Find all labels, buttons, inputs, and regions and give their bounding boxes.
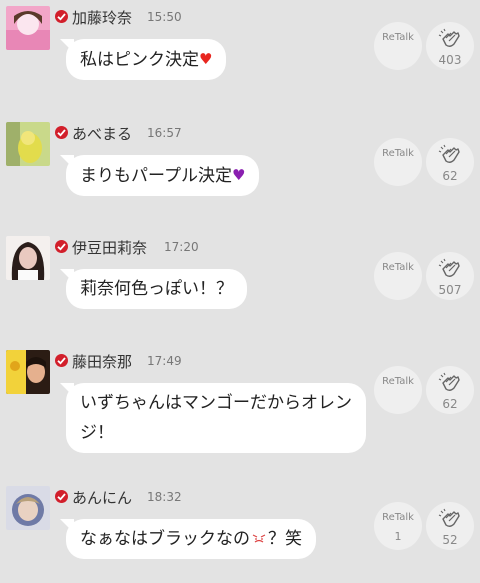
avatar-image xyxy=(6,6,50,50)
clap-hands-icon xyxy=(438,144,460,163)
retalk-button[interactable]: ReTalk 1 xyxy=(374,502,422,550)
verified-check-icon xyxy=(55,126,68,139)
clap-hands-icon xyxy=(438,258,460,277)
clap-count: 62 xyxy=(442,397,458,411)
clap-button[interactable]: 403 xyxy=(426,22,474,70)
clap-count: 62 xyxy=(442,169,458,183)
avatar-image xyxy=(6,350,50,394)
post-time: 15:50 xyxy=(147,10,182,24)
author-name[interactable]: 藤田奈那 xyxy=(72,351,132,372)
verified-check-icon xyxy=(55,10,68,23)
avatar-image xyxy=(6,122,50,166)
post-time: 18:32 xyxy=(147,490,182,504)
retalk-label: ReTalk xyxy=(382,376,414,387)
retalk-button[interactable]: ReTalk xyxy=(374,252,422,300)
message-text: 私はピンク決定 xyxy=(80,50,199,70)
retalk-label: ReTalk xyxy=(382,32,414,43)
message-text: まりもパープル決定 xyxy=(80,166,232,186)
clap-count: 507 xyxy=(438,283,462,297)
post-item: 加藤玲奈 15:50 私はピンク決定♥ ReTalk 403 xyxy=(0,6,480,106)
author-name[interactable]: あんにん xyxy=(72,487,132,508)
retalk-button[interactable]: ReTalk xyxy=(374,366,422,414)
retalk-count: 1 xyxy=(394,530,402,543)
avatar[interactable] xyxy=(6,6,50,50)
retalk-button[interactable]: ReTalk xyxy=(374,138,422,186)
clap-count: 403 xyxy=(438,53,462,67)
verified-check-icon xyxy=(55,240,68,253)
clap-hands-icon xyxy=(438,508,460,527)
post-item: 伊豆田莉奈 17:20 莉奈何色っぽい！？ ReTalk 507 xyxy=(0,236,480,336)
post-time: 17:49 xyxy=(147,354,182,368)
clap-hands-icon xyxy=(438,372,460,391)
clap-button[interactable]: 62 xyxy=(426,366,474,414)
avatar[interactable] xyxy=(6,486,50,530)
clap-count: 52 xyxy=(442,533,458,547)
avatar-image xyxy=(6,486,50,530)
avatar[interactable] xyxy=(6,350,50,394)
avatar[interactable] xyxy=(6,122,50,166)
frustrated-face-icon xyxy=(252,534,266,543)
clap-button[interactable]: 507 xyxy=(426,252,474,300)
post-time: 16:57 xyxy=(147,126,182,140)
post-time: 17:20 xyxy=(164,240,199,254)
avatar-image xyxy=(6,236,50,280)
clap-button[interactable]: 52 xyxy=(426,502,474,550)
author-name[interactable]: 加藤玲奈 xyxy=(72,7,132,28)
message-suffix: ？笑 xyxy=(268,529,302,549)
retalk-label: ReTalk xyxy=(382,262,414,273)
message-text: いずちゃんはマンゴーだからオレンジ！ xyxy=(80,393,352,443)
message-bubble: 莉奈何色っぽい！？ xyxy=(66,269,247,309)
message-bubble: まりもパープル決定♥ xyxy=(66,155,260,196)
clap-button[interactable]: 62 xyxy=(426,138,474,186)
retalk-label: ReTalk xyxy=(382,512,414,523)
message-bubble: 私はピンク決定♥ xyxy=(66,39,227,80)
purple-heart-icon: ♥ xyxy=(231,166,246,184)
post-item: あんにん 18:32 なぁなはブラックなの ？笑 ReTalk 1 52 xyxy=(0,486,480,583)
message-text: なぁなはブラックなの xyxy=(80,529,250,549)
retalk-button[interactable]: ReTalk xyxy=(374,22,422,70)
clap-hands-icon xyxy=(438,28,460,47)
message-bubble: なぁなはブラックなの ？笑 xyxy=(66,519,316,559)
verified-check-icon xyxy=(55,490,68,503)
author-name[interactable]: 伊豆田莉奈 xyxy=(72,237,147,258)
message-text: 莉奈何色っぽい！？ xyxy=(80,279,233,299)
retalk-label: ReTalk xyxy=(382,148,414,159)
verified-check-icon xyxy=(55,354,68,367)
message-bubble: いずちゃんはマンゴーだからオレンジ！ xyxy=(66,383,366,453)
author-name[interactable]: あべまる xyxy=(72,123,132,144)
post-item: 藤田奈那 17:49 いずちゃんはマンゴーだからオレンジ！ ReTalk 62 xyxy=(0,350,480,460)
heart-icon: ♥ xyxy=(199,50,213,68)
post-item: あべまる 16:57 まりもパープル決定♥ ReTalk 62 xyxy=(0,122,480,222)
avatar[interactable] xyxy=(6,236,50,280)
